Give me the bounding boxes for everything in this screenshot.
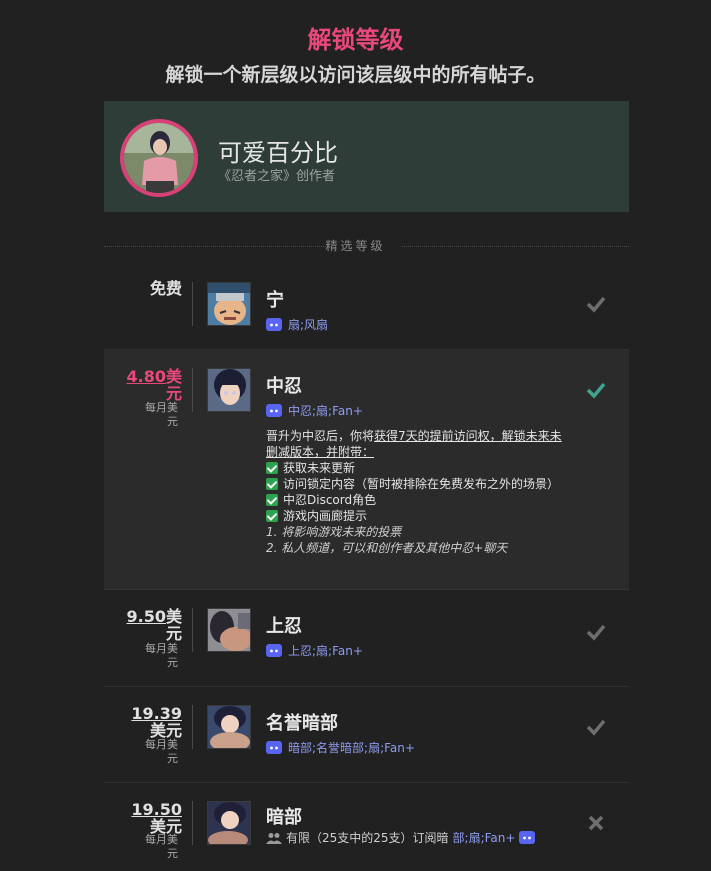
benefit-item: 访问锁定内容（暂时被排除在免费发布之外的场景） xyxy=(266,476,566,492)
check-icon[interactable] xyxy=(584,378,608,402)
tier-perk: 上忍;扇;Fan+ xyxy=(266,642,363,659)
discord-icon xyxy=(266,404,282,417)
tier-period-line2: 元 xyxy=(167,752,178,765)
tier-separator xyxy=(192,705,193,749)
tier-perk-label: 上忍;扇;Fan+ xyxy=(288,644,363,658)
tier-row-honorary-anbu[interactable]: 19.39 美元 每月美 元 名誉暗部 暗部;名誉暗部;扇;Fan+ xyxy=(104,687,629,783)
creator-description: 《忍者之家》创作者 xyxy=(218,169,336,184)
tier-image xyxy=(207,705,251,749)
benefit-text: 获取未来更新 xyxy=(283,461,356,475)
numbered-item: 2. 私人频道，可以和创作者及其他中忍+聊天 xyxy=(266,541,508,555)
tier-description-intro: 晋升为中忍后，你将获得7天的提前访问权，解锁未来未删减版本，并附带： xyxy=(266,428,566,460)
tier-separator xyxy=(192,801,193,845)
check-icon[interactable] xyxy=(584,715,608,739)
checkbox-icon xyxy=(266,462,278,474)
creator-avatar[interactable] xyxy=(120,119,198,197)
tier-row-jonin[interactable]: 9.50美 元 每月美 元 上忍 上忍;扇;Fan+ xyxy=(104,590,629,687)
tier-image xyxy=(207,368,251,412)
tier-price: 9.50美 元 xyxy=(112,607,183,643)
tier-name: 中忍 xyxy=(266,376,302,397)
discord-icon xyxy=(266,318,282,331)
check-icon[interactable] xyxy=(584,620,608,644)
tier-name: 上忍 xyxy=(266,616,302,637)
tier-perk: 扇;风扇 xyxy=(266,316,328,333)
tier-perk-label: 中忍;扇;Fan+ xyxy=(288,404,363,418)
divider-line-right xyxy=(402,246,629,247)
tier-period-line1: 每月美 xyxy=(145,833,178,846)
close-icon[interactable] xyxy=(584,811,608,835)
check-icon[interactable] xyxy=(584,292,608,316)
tier-period-line2: 元 xyxy=(167,847,178,860)
checkbox-icon xyxy=(266,494,278,506)
tier-limited-note: 有限（25支中的25支）订阅暗 部;扇;Fan+ xyxy=(266,829,536,846)
users-icon xyxy=(266,832,282,844)
tier-image xyxy=(207,282,251,326)
tier-period-line1: 每月美 xyxy=(145,401,178,414)
numbered-item: 1. 将影响游戏未来的投票 xyxy=(266,525,402,539)
benefit-item: 游戏内画廊提示 xyxy=(266,508,566,524)
tier-name: 宁 xyxy=(266,290,284,311)
tier-period-line1: 每月美 xyxy=(145,642,178,655)
benefit-text: 游戏内画廊提示 xyxy=(283,509,368,523)
tier-period: 每月美 元 xyxy=(112,401,178,429)
checkbox-icon xyxy=(266,510,278,522)
tier-separator xyxy=(192,368,193,412)
tier-period: 每月美 元 xyxy=(112,833,178,861)
tier-price: 19.39 美元 xyxy=(112,705,182,739)
tier-image xyxy=(207,801,251,845)
creator-card[interactable]: 可爱百分比 《忍者之家》创作者 xyxy=(104,101,629,212)
tier-name: 暗部 xyxy=(266,807,302,828)
page-subtitle: 解锁一个新层级以访问该层级中的所有帖子。 xyxy=(165,64,546,86)
tier-image xyxy=(207,608,251,652)
creator-name: 可爱百分比 xyxy=(218,139,338,167)
benefit-item: 获取未来更新 xyxy=(266,460,566,476)
tier-description-intro-a: 晋升为中忍后，你将 xyxy=(266,429,375,443)
tier-price-amount: 4.80 xyxy=(126,367,166,386)
tier-separator xyxy=(192,608,193,652)
tier-period: 每月美 元 xyxy=(112,738,178,766)
tier-price: 19.50 美元 xyxy=(112,801,182,835)
discord-icon xyxy=(266,741,282,754)
tier-name: 名誉暗部 xyxy=(266,713,338,734)
tier-perk-label: 部;扇;Fan+ xyxy=(452,831,516,845)
checkbox-icon xyxy=(266,478,278,490)
tier-price-amount: 9.50 xyxy=(126,607,166,626)
tier-period-line2: 元 xyxy=(167,415,178,428)
tier-perk: 中忍;扇;Fan+ xyxy=(266,402,363,419)
tier-period-line2: 元 xyxy=(167,656,178,669)
benefit-text: 中忍Discord角色 xyxy=(283,493,377,507)
tier-period-line1: 每月美 xyxy=(145,738,178,751)
tier-row-anbu[interactable]: 19.50 美元 每月美 元 暗部 有限（25支中的25支）订阅暗 部;扇;Fan… xyxy=(104,783,629,871)
tier-perk: 暗部;名誉暗部;扇;Fan+ xyxy=(266,739,415,756)
tier-row-free[interactable]: 免费 宁 扇;风扇 xyxy=(104,262,629,350)
tier-perk-label: 扇;风扇 xyxy=(288,318,329,332)
benefit-text: 访问锁定内容（暂时被排除在免费发布之外的场景） xyxy=(283,477,560,491)
tier-description: 晋升为中忍后，你将获得7天的提前访问权，解锁未来未删减版本，并附带： 获取未来更… xyxy=(266,428,566,556)
tier-price-unit-2: 元 xyxy=(165,624,182,643)
tier-separator xyxy=(192,282,193,326)
benefit-item: 中忍Discord角色 xyxy=(266,492,566,508)
tier-limited-text: 有限（25支中的25支）订阅暗 xyxy=(286,831,449,845)
tier-period: 每月美 元 xyxy=(112,642,178,670)
tier-perk-label: 暗部;名誉暗部;扇;Fan+ xyxy=(288,741,415,755)
tier-price: 4.80美 元 xyxy=(112,367,183,402)
discord-icon xyxy=(519,831,536,844)
discord-icon xyxy=(266,644,282,657)
tier-row-chunin[interactable]: 4.80美 元 每月美 元 中忍 中忍;扇;Fan+ 晋升为中忍后，你将获得7天… xyxy=(104,350,629,590)
tier-price: 免费 xyxy=(149,279,182,298)
page-title: 解锁等级 xyxy=(307,26,404,54)
